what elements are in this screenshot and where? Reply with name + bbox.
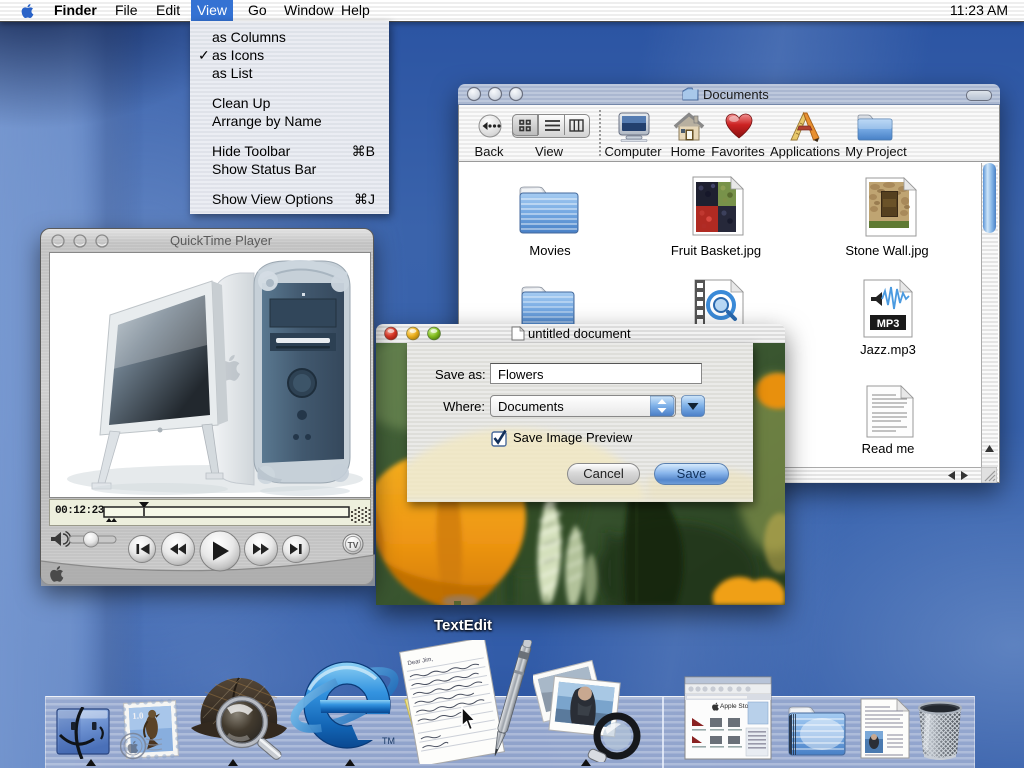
svg-text:TM: TM: [382, 736, 395, 746]
svg-text:TV: TV: [348, 540, 359, 550]
svg-text:MP3: MP3: [877, 318, 900, 330]
svg-text:1.0: 1.0: [132, 710, 144, 721]
